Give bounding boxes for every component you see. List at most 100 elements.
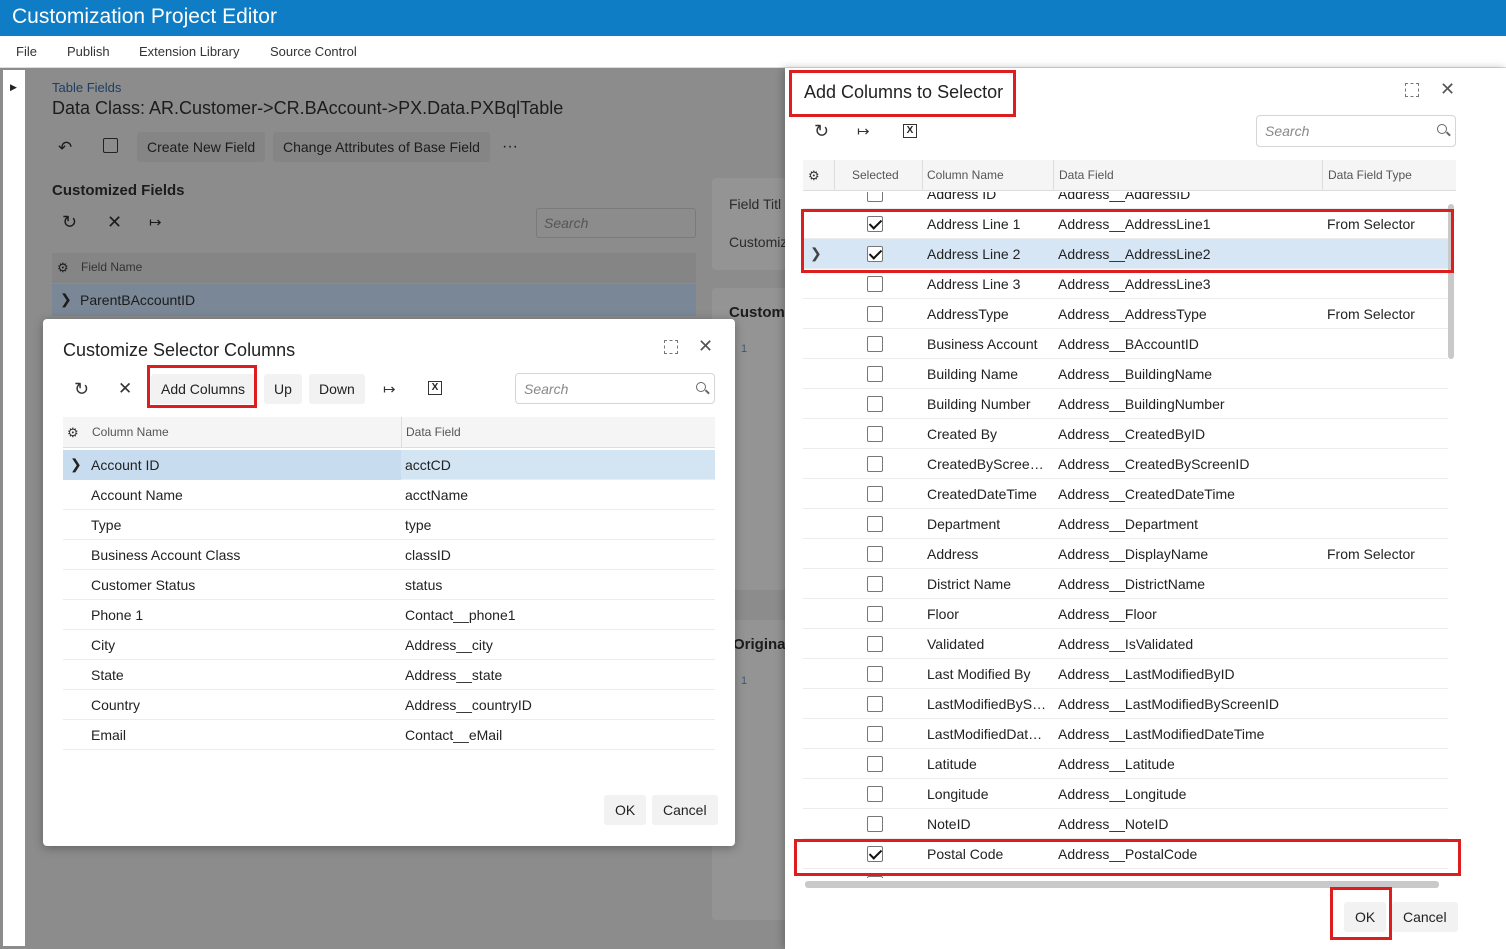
expand-row-icon[interactable]: ❯: [70, 456, 82, 473]
selected-checkbox[interactable]: [867, 636, 883, 652]
selected-checkbox[interactable]: [867, 396, 883, 412]
ok-button[interactable]: OK: [1344, 902, 1387, 932]
table-row[interactable]: Floor Address__Floor: [803, 599, 1448, 629]
table-row[interactable]: Building Name Address__BuildingName: [803, 359, 1448, 389]
table-row[interactable]: CreatedByScreenID Address__CreatedByScree…: [803, 449, 1448, 479]
add-columns-button[interactable]: Add Columns: [151, 374, 256, 404]
selected-checkbox[interactable]: [867, 336, 883, 352]
column-name-header: Column Name: [927, 168, 1004, 182]
table-row[interactable]: NoteID Address__NoteID: [803, 809, 1448, 839]
dialog-title: Customize Selector Columns: [63, 340, 296, 360]
table-row[interactable]: Address Address__DisplayName From Selector: [803, 539, 1448, 569]
selected-checkbox[interactable]: [867, 696, 883, 712]
selected-checkbox[interactable]: [867, 666, 883, 682]
selected-checkbox[interactable]: [867, 276, 883, 292]
table-row[interactable]: Created By Address__CreatedByID: [803, 419, 1448, 449]
selected-header: Selected: [852, 168, 899, 182]
up-button[interactable]: Up: [264, 374, 302, 404]
table-row[interactable]: Country Address__countryID: [63, 690, 715, 720]
fit-columns-icon[interactable]: ↦: [383, 380, 396, 398]
cancel-button[interactable]: Cancel: [652, 795, 718, 825]
table-row[interactable]: Longitude Address__Longitude: [803, 779, 1448, 809]
table-row[interactable]: Last Modified By Address__LastModifiedByI…: [803, 659, 1448, 689]
selected-checkbox[interactable]: [867, 576, 883, 592]
table-row[interactable]: ❯ Account ID acctCD: [63, 450, 715, 480]
add-columns-dialog: Add Columns to Selector ✕ ↻ ↦ X Search ⚙…: [785, 68, 1506, 949]
table-row[interactable]: AddressType Address__AddressType From Sele…: [803, 299, 1448, 329]
table-row[interactable]: LastModifiedByScreenIDAddress__LastModif…: [803, 689, 1448, 719]
table-row[interactable]: Customer Status status: [63, 570, 715, 600]
table-row[interactable]: Email Contact__eMail: [63, 720, 715, 750]
table-row[interactable]: Address ID Address__AddressID: [803, 192, 1448, 209]
selected-checkbox[interactable]: [867, 456, 883, 472]
menu-publish[interactable]: Publish: [67, 44, 110, 59]
selected-checkbox[interactable]: [867, 816, 883, 832]
app-title: Customization Project Editor: [0, 0, 1506, 36]
table-row[interactable]: Business Account Address__BAccountID: [803, 329, 1448, 359]
export-excel-icon[interactable]: X: [428, 381, 442, 395]
selected-checkbox[interactable]: [867, 786, 883, 802]
table-row[interactable]: LastModifiedDateTimeAddress__LastModifie…: [803, 719, 1448, 749]
menu-bar: File Publish Extension Library Source Co…: [0, 36, 1506, 68]
table-row[interactable]: Department Address__Department: [803, 509, 1448, 539]
table-row[interactable]: City Address__city: [63, 630, 715, 660]
table-row[interactable]: Building Number Address__BuildingNumber: [803, 389, 1448, 419]
table-row[interactable]: CreatedDateTime Address__CreatedDateTime: [803, 479, 1448, 509]
selected-checkbox[interactable]: [867, 846, 883, 862]
table-row[interactable]: ❯ Address Line 2 Address__AddressLine2: [803, 239, 1448, 269]
selected-checkbox[interactable]: [867, 726, 883, 742]
selected-checkbox[interactable]: [867, 486, 883, 502]
cancel-button[interactable]: Cancel: [1392, 902, 1458, 932]
export-excel-icon[interactable]: X: [903, 124, 917, 138]
delete-icon[interactable]: ✕: [118, 379, 132, 399]
down-button[interactable]: Down: [309, 374, 365, 404]
search-input[interactable]: Search: [515, 373, 715, 404]
ok-button[interactable]: OK: [604, 795, 647, 825]
close-icon[interactable]: ✕: [1440, 79, 1455, 100]
selected-checkbox[interactable]: [867, 426, 883, 442]
table-row[interactable]: Latitude Address__Latitude: [803, 749, 1448, 779]
selected-checkbox[interactable]: [867, 756, 883, 772]
horizontal-scrollbar[interactable]: [805, 881, 1439, 888]
table-row[interactable]: [803, 869, 1448, 878]
selected-checkbox[interactable]: [867, 516, 883, 532]
column-name-header: Column Name: [92, 425, 169, 439]
settings-icon[interactable]: ⚙: [808, 168, 820, 184]
table-row[interactable]: Postal Code Address__PostalCode: [803, 839, 1448, 869]
expand-icon[interactable]: ▶: [10, 82, 17, 93]
table-row[interactable]: Validated Address__IsValidated: [803, 629, 1448, 659]
table-row[interactable]: District Name Address__DistrictName: [803, 569, 1448, 599]
customize-selector-columns-dialog: Customize Selector Columns ✕ ↻ ✕ Add Col…: [43, 319, 735, 846]
refresh-icon[interactable]: ↻: [814, 121, 829, 142]
close-icon[interactable]: ✕: [698, 336, 713, 357]
expand-row-icon[interactable]: ❯: [810, 245, 822, 262]
selected-checkbox[interactable]: [867, 246, 883, 262]
selected-checkbox[interactable]: [867, 306, 883, 322]
menu-file[interactable]: File: [16, 44, 37, 59]
table-row[interactable]: State Address__state: [63, 660, 715, 690]
search-input[interactable]: Search: [1256, 115, 1456, 147]
table-row[interactable]: Type type: [63, 510, 715, 540]
selected-checkbox[interactable]: [867, 216, 883, 232]
table-row[interactable]: Address Line 3 Address__AddressLine3: [803, 269, 1448, 299]
left-rail: ▶: [3, 70, 25, 946]
data-field-header: Data Field: [406, 425, 461, 439]
menu-extension-library[interactable]: Extension Library: [139, 44, 239, 59]
table-row[interactable]: Business Account Class classID: [63, 540, 715, 570]
data-field-header: Data Field: [1059, 168, 1114, 182]
search-icon: [1437, 124, 1447, 134]
selected-checkbox[interactable]: [867, 366, 883, 382]
table-row[interactable]: Account Name acctName: [63, 480, 715, 510]
fit-columns-icon[interactable]: ↦: [857, 122, 870, 140]
menu-source-control[interactable]: Source Control: [270, 44, 357, 59]
refresh-icon[interactable]: ↻: [74, 379, 89, 400]
settings-icon[interactable]: ⚙: [67, 425, 79, 441]
table-row[interactable]: Address Line 1 Address__AddressLine1 From …: [803, 209, 1448, 239]
selected-checkbox[interactable]: [867, 546, 883, 562]
vertical-scrollbar[interactable]: [1448, 204, 1454, 359]
selected-checkbox[interactable]: [867, 606, 883, 622]
maximize-icon[interactable]: [664, 340, 678, 354]
table-row[interactable]: Phone 1 Contact__phone1: [63, 600, 715, 630]
grid-header: ⚙ Selected Column Name Data Field Data F…: [803, 160, 1456, 191]
maximize-icon[interactable]: [1405, 83, 1419, 97]
